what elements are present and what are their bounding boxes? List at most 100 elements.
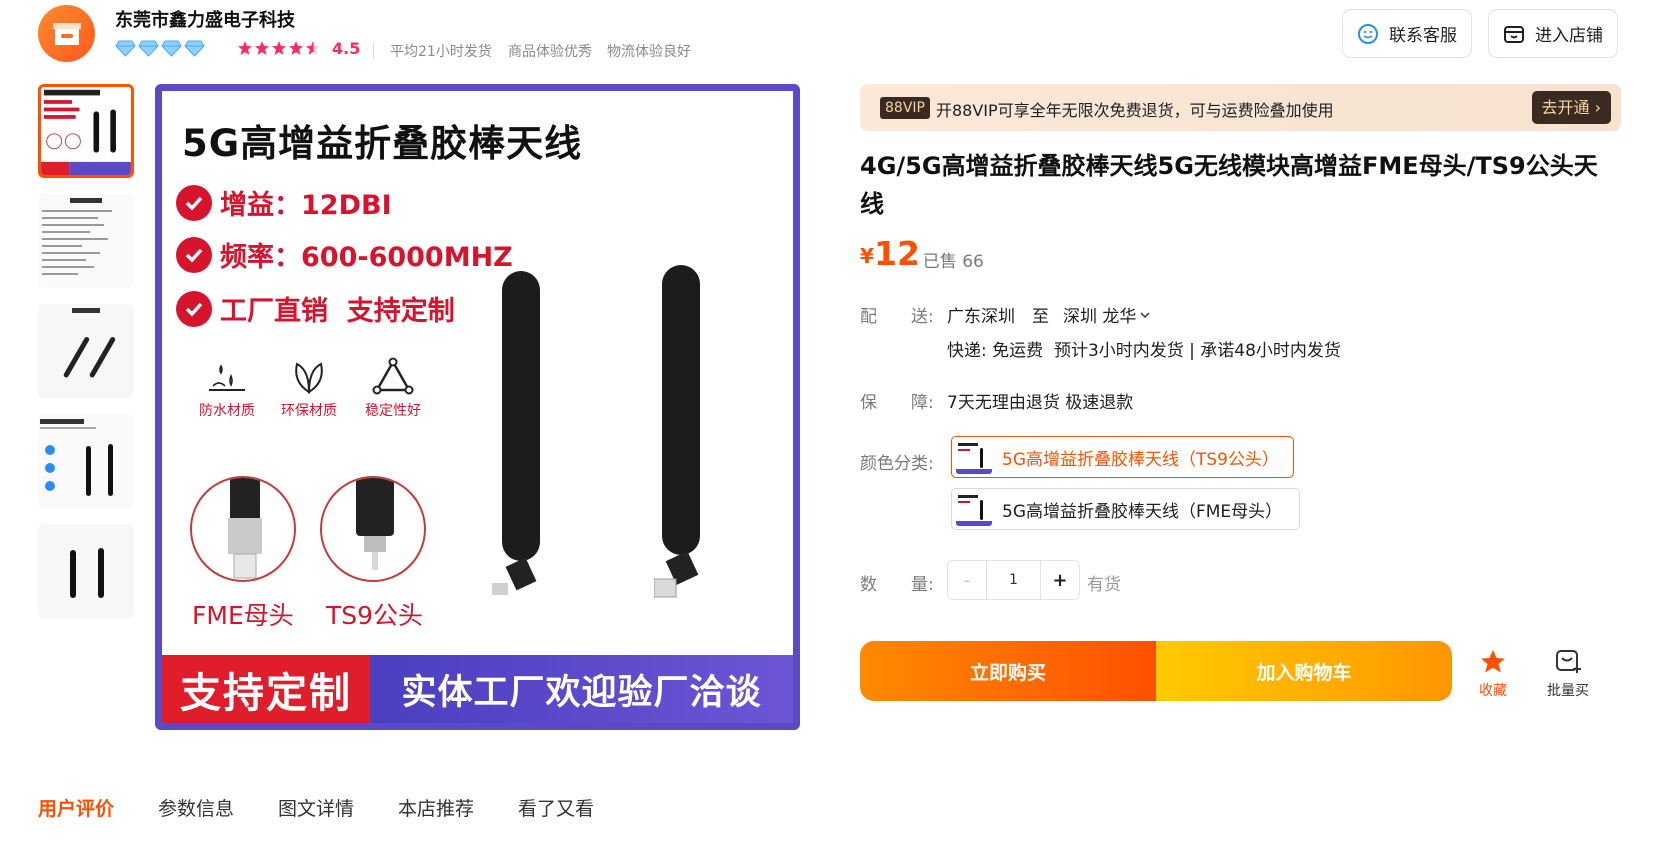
- add-to-cart-button[interactable]: 加入购物车: [1156, 641, 1452, 701]
- quantity-input[interactable]: 1: [987, 560, 1040, 600]
- shop-rating-stars: [237, 40, 321, 56]
- shop-tag: 物流体验良好: [607, 44, 691, 60]
- thumbnail-4[interactable]: [38, 414, 134, 508]
- customer-service-icon: [1358, 23, 1378, 44]
- star-icon: [238, 41, 252, 55]
- delivery-to-word: 至: [1032, 307, 1049, 327]
- checkmark-icon: [176, 184, 212, 221]
- antenna-ts9-photo: [654, 265, 700, 598]
- tab-also-viewed[interactable]: 看了又看: [518, 794, 594, 821]
- shop-rating-value: 4.5: [332, 39, 361, 58]
- stability-property: 稳定性好: [348, 356, 438, 420]
- banner-right-text: 实体工厂欢迎验厂洽谈: [370, 655, 793, 723]
- fme-connector-photo: [190, 476, 296, 582]
- bulk-buy-icon: [1556, 650, 1581, 673]
- main-product-image[interactable]: 5G高增益折叠胶棒天线 增益：12DBI 频率：600-6000MHZ 工厂直销…: [155, 84, 800, 730]
- sku-option-label: 5G高增益折叠胶棒天线（FME母头）: [1002, 501, 1283, 522]
- quantity-label: 数 量:: [860, 575, 934, 595]
- vip-activate-button[interactable]: 去开通 ›: [1531, 91, 1611, 124]
- store-icon: [52, 22, 81, 45]
- leaf-icon: [295, 362, 323, 394]
- favorite-label: 收藏: [1479, 683, 1507, 699]
- shop-level-diamonds: [115, 40, 205, 57]
- triangle-icon: [372, 357, 414, 395]
- waterproof-property: 防水材质: [182, 356, 272, 420]
- checkmark-icon: [176, 236, 212, 273]
- tab-store-recommend[interactable]: 本店推荐: [398, 794, 474, 821]
- delivery-label: 配 送:: [860, 307, 934, 327]
- checkmark-icon: [176, 290, 212, 327]
- property-label: 环保材质: [281, 403, 337, 419]
- chevron-down-icon: [1140, 311, 1150, 318]
- star-icon: [255, 41, 269, 55]
- diamond-icon: [138, 40, 159, 57]
- star-icon: [1481, 650, 1505, 673]
- buy-now-button[interactable]: 立即购买: [860, 641, 1156, 701]
- guarantee-text: 7天无理由退货 极速退款: [947, 393, 1134, 413]
- product-title: 4G/5G高增益折叠胶棒天线5G无线模块高增益FME母头/TS9公头天线: [860, 152, 1598, 218]
- sku-option-ts9[interactable]: 5G高增益折叠胶棒天线（TS9公头）: [951, 436, 1294, 478]
- diamond-icon: [115, 40, 136, 57]
- property-label: 稳定性好: [365, 403, 421, 419]
- sku-option-label: 5G高增益折叠胶棒天线（TS9公头）: [1002, 449, 1279, 470]
- antenna-fme-photo: [492, 271, 540, 595]
- vip-promo-text: 开88VIP可享全年无限次免费退货，可与运费险叠加使用: [936, 101, 1334, 120]
- quantity-stepper: - 1 +: [947, 560, 1080, 600]
- delivery-destination-selector[interactable]: 深圳 龙华: [1063, 302, 1151, 327]
- shop-tag: 商品体验优秀: [508, 44, 592, 60]
- quantity-decrement-button[interactable]: -: [947, 560, 987, 600]
- diamond-icon: [161, 40, 182, 57]
- eco-property: 环保材质: [264, 356, 354, 420]
- banner-left-text: 支持定制: [162, 655, 370, 723]
- fme-connector-label: FME母头: [192, 601, 294, 630]
- price-currency: ¥: [860, 244, 874, 268]
- star-icon: [289, 41, 303, 55]
- sku-thumbnail: [956, 492, 992, 526]
- vip-badge: 88VIP: [880, 97, 930, 119]
- thumbnail-image: [41, 87, 131, 175]
- enter-store-label: 进入店铺: [1535, 26, 1603, 46]
- thumbnail-image: [38, 524, 134, 618]
- thumbnail-image: [38, 304, 134, 398]
- sku-option-fme[interactable]: 5G高增益折叠胶棒天线（FME母头）: [951, 488, 1300, 530]
- sku-thumbnail: [956, 440, 992, 474]
- thumbnail-5[interactable]: [38, 524, 134, 618]
- shop-name[interactable]: 东莞市鑫力盛电子科技: [115, 6, 295, 32]
- ts9-connector-label: TS9公头: [326, 601, 424, 630]
- contact-service-button[interactable]: 联系客服: [1342, 9, 1472, 58]
- image-feature: 频率：600-6000MHZ: [176, 235, 513, 274]
- image-feature: 工厂直销 支持定制: [176, 289, 455, 328]
- water-drop-icon: [209, 364, 245, 391]
- thumbnail-image: [38, 414, 134, 508]
- divider: [373, 42, 374, 58]
- diamond-icon: [184, 40, 205, 57]
- thumbnail-1[interactable]: [38, 84, 134, 178]
- image-feature-text: 增益：12DBI: [220, 190, 392, 221]
- thumbnail-3[interactable]: [38, 304, 134, 398]
- image-feature-text: 工厂直销 支持定制: [220, 296, 455, 327]
- half-star-icon: [306, 41, 320, 55]
- stock-status: 有货: [1087, 575, 1121, 595]
- delivery-detail: 快递: 免运费 预计3小时内发货 | 承诺48小时内发货: [947, 341, 1341, 361]
- tab-user-reviews[interactable]: 用户评价: [38, 794, 114, 821]
- guarantee-label: 保 障:: [860, 393, 934, 413]
- ts9-connector-photo: [320, 476, 426, 582]
- shop-logo[interactable]: [38, 5, 95, 62]
- enter-store-button[interactable]: 进入店铺: [1488, 9, 1618, 58]
- property-label: 防水材质: [199, 403, 255, 419]
- quantity-increment-button[interactable]: +: [1040, 560, 1080, 600]
- star-icon: [272, 41, 286, 55]
- thumbnail-image: [38, 194, 134, 288]
- image-banner: 支持定制 实体工厂欢迎验厂洽谈: [162, 655, 793, 723]
- bulk-buy-button[interactable]: 批量买: [1538, 648, 1598, 700]
- image-feature: 增益：12DBI: [176, 183, 392, 222]
- store-icon: [1504, 25, 1524, 43]
- sold-count: · 已售 66: [912, 252, 984, 272]
- favorite-button[interactable]: 收藏: [1463, 648, 1523, 700]
- bulk-buy-label: 批量买: [1547, 683, 1589, 699]
- tab-specs[interactable]: 参数信息: [158, 794, 234, 821]
- delivery-origin: 广东深圳: [947, 307, 1015, 327]
- tab-details[interactable]: 图文详情: [278, 794, 354, 821]
- thumbnail-2[interactable]: [38, 194, 134, 288]
- shop-tag: 平均21小时发货: [390, 44, 492, 60]
